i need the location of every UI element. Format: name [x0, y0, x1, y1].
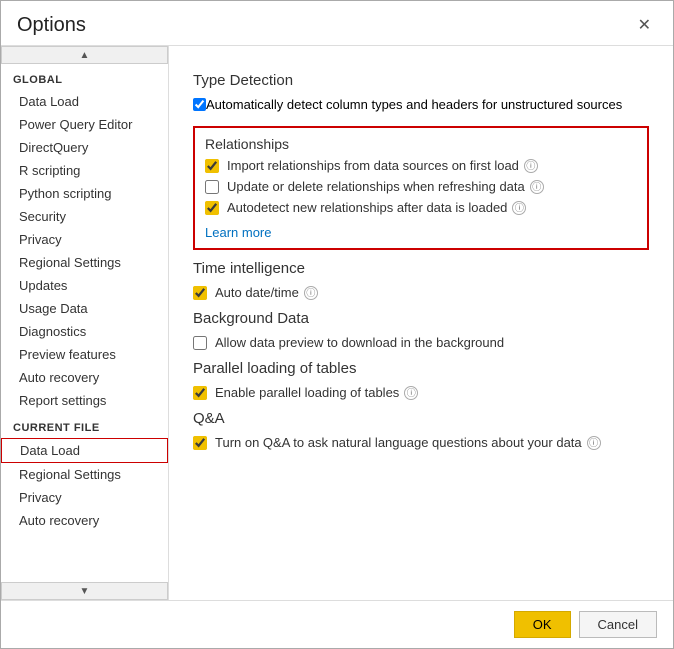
dialog-footer: OK Cancel	[1, 600, 673, 648]
autodetect-relationships-checkbox[interactable]	[205, 201, 219, 215]
auto-datetime-label: Auto date/time	[215, 285, 299, 300]
qa-row: Turn on Q&A to ask natural language ques…	[193, 435, 649, 450]
update-relationships-label: Update or delete relationships when refr…	[227, 179, 525, 194]
parallel-loading-section: Parallel loading of tables Enable parall…	[193, 360, 649, 400]
type-detection-title: Type Detection	[193, 72, 649, 89]
sidebar-item-diagnostics[interactable]: Diagnostics	[1, 320, 168, 343]
auto-detect-checkbox[interactable]	[193, 98, 206, 111]
parallel-loading-title: Parallel loading of tables	[193, 360, 649, 377]
time-intelligence-section: Time intelligence Auto date/time ⓘ	[193, 260, 649, 300]
auto-detect-label: Automatically detect column types and he…	[206, 97, 622, 112]
learn-more-link[interactable]: Learn more	[205, 225, 271, 240]
import-relationships-checkbox[interactable]	[205, 159, 219, 173]
sidebar-scroll[interactable]: GLOBAL Data Load Power Query Editor Dire…	[1, 64, 168, 582]
relationships-row-1: Import relationships from data sources o…	[205, 158, 637, 173]
background-data-title: Background Data	[193, 310, 649, 327]
update-relationships-info-icon[interactable]: ⓘ	[530, 180, 544, 194]
main-content: Type Detection Automatically detect colu…	[169, 46, 673, 600]
sidebar-item-usage-data[interactable]: Usage Data	[1, 297, 168, 320]
autodetect-relationships-info-icon[interactable]: ⓘ	[512, 201, 526, 215]
dialog-body: ▲ GLOBAL Data Load Power Query Editor Di…	[1, 45, 673, 600]
sidebar-item-cf-regional-settings[interactable]: Regional Settings	[1, 463, 168, 486]
ok-button[interactable]: OK	[514, 611, 571, 638]
background-data-row: Allow data preview to download in the ba…	[193, 335, 649, 350]
autodetect-relationships-label: Autodetect new relationships after data …	[227, 200, 507, 215]
update-relationships-checkbox[interactable]	[205, 180, 219, 194]
sidebar-item-data-load[interactable]: Data Load	[1, 90, 168, 113]
time-intelligence-row: Auto date/time ⓘ	[193, 285, 649, 300]
sidebar-item-auto-recovery[interactable]: Auto recovery	[1, 366, 168, 389]
sidebar-item-direct-query[interactable]: DirectQuery	[1, 136, 168, 159]
relationships-section: Relationships Import relationships from …	[193, 126, 649, 250]
sidebar-item-preview-features[interactable]: Preview features	[1, 343, 168, 366]
current-file-section-label: CURRENT FILE	[1, 412, 168, 438]
close-button[interactable]: ✕	[632, 13, 657, 37]
relationships-title: Relationships	[205, 136, 637, 152]
qa-title: Q&A	[193, 410, 649, 427]
import-relationships-info-icon[interactable]: ⓘ	[524, 159, 538, 173]
parallel-loading-row: Enable parallel loading of tables ⓘ	[193, 385, 649, 400]
sidebar-item-report-settings[interactable]: Report settings	[1, 389, 168, 412]
relationships-row-3: Autodetect new relationships after data …	[205, 200, 637, 215]
background-data-section: Background Data Allow data preview to do…	[193, 310, 649, 350]
import-relationships-label: Import relationships from data sources o…	[227, 158, 519, 173]
auto-datetime-checkbox[interactable]	[193, 286, 207, 300]
sidebar-item-updates[interactable]: Updates	[1, 274, 168, 297]
scroll-down-arrow[interactable]: ▼	[1, 582, 168, 600]
dialog-title: Options	[17, 14, 86, 37]
titlebar: Options ✕	[1, 1, 673, 45]
scroll-up-arrow[interactable]: ▲	[1, 46, 168, 64]
sidebar-item-r-scripting[interactable]: R scripting	[1, 159, 168, 182]
sidebar-item-power-query-editor[interactable]: Power Query Editor	[1, 113, 168, 136]
parallel-loading-info-icon[interactable]: ⓘ	[404, 386, 418, 400]
qa-checkbox[interactable]	[193, 436, 207, 450]
relationships-row-2: Update or delete relationships when refr…	[205, 179, 637, 194]
sidebar-item-privacy[interactable]: Privacy	[1, 228, 168, 251]
parallel-loading-checkbox[interactable]	[193, 386, 207, 400]
qa-label: Turn on Q&A to ask natural language ques…	[215, 435, 582, 450]
type-detection-section: Type Detection Automatically detect colu…	[193, 72, 649, 112]
sidebar-item-python-scripting[interactable]: Python scripting	[1, 182, 168, 205]
sidebar-item-security[interactable]: Security	[1, 205, 168, 228]
time-intelligence-title: Time intelligence	[193, 260, 649, 277]
parallel-loading-label: Enable parallel loading of tables	[215, 385, 399, 400]
auto-datetime-info-icon[interactable]: ⓘ	[304, 286, 318, 300]
sidebar-item-cf-privacy[interactable]: Privacy	[1, 486, 168, 509]
sidebar: ▲ GLOBAL Data Load Power Query Editor Di…	[1, 46, 169, 600]
sidebar-item-cf-auto-recovery[interactable]: Auto recovery	[1, 509, 168, 532]
global-section-label: GLOBAL	[1, 64, 168, 90]
type-detection-row: Automatically detect column types and he…	[193, 97, 649, 112]
options-dialog: Options ✕ ▲ GLOBAL Data Load Power Query…	[0, 0, 674, 649]
cancel-button[interactable]: Cancel	[579, 611, 657, 638]
background-data-checkbox[interactable]	[193, 336, 207, 350]
sidebar-item-regional-settings[interactable]: Regional Settings	[1, 251, 168, 274]
background-data-label: Allow data preview to download in the ba…	[215, 335, 504, 350]
qa-info-icon[interactable]: ⓘ	[587, 436, 601, 450]
qa-section: Q&A Turn on Q&A to ask natural language …	[193, 410, 649, 450]
sidebar-item-cf-data-load[interactable]: Data Load	[1, 438, 168, 463]
